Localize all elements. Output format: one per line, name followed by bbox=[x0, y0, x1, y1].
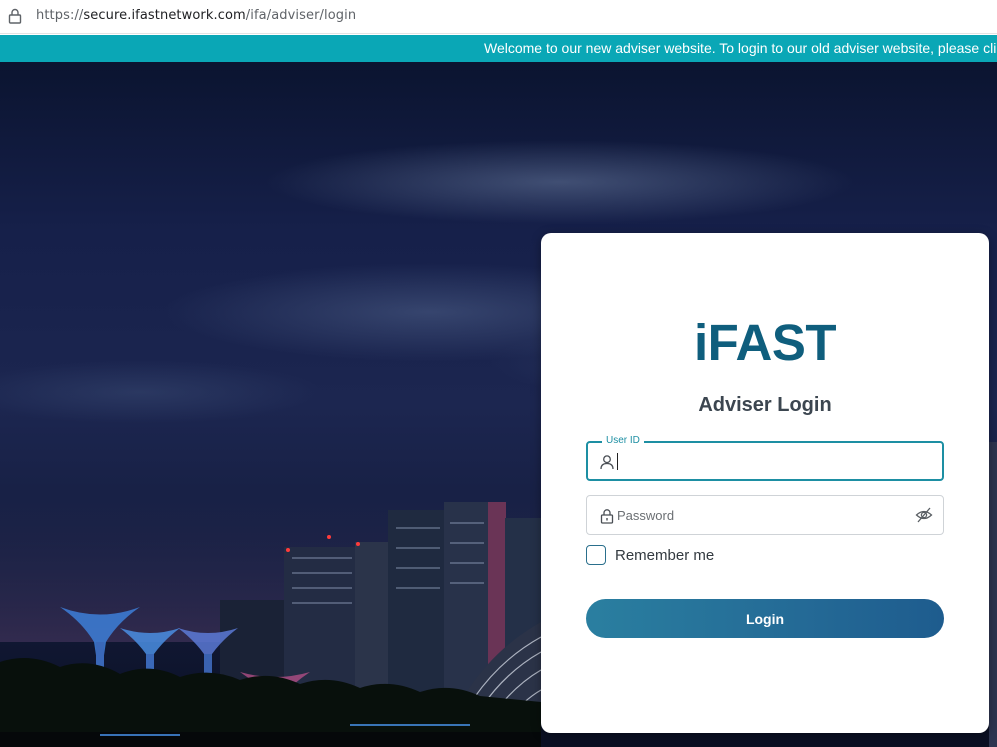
user-id-input[interactable] bbox=[618, 443, 908, 479]
announcement-banner: Welcome to our new adviser website. To l… bbox=[0, 35, 997, 62]
lock-icon bbox=[8, 8, 22, 24]
remember-me[interactable]: Remember me bbox=[586, 545, 714, 565]
remember-me-checkbox[interactable] bbox=[586, 545, 606, 565]
eye-off-icon[interactable] bbox=[915, 506, 933, 524]
login-card: iFAST Adviser Login User ID Remember me … bbox=[541, 233, 989, 733]
lock-icon bbox=[600, 509, 614, 524]
user-icon bbox=[600, 455, 614, 470]
url-host: secure.ifastnetwork.com bbox=[83, 8, 246, 23]
password-field[interactable] bbox=[586, 495, 944, 535]
ifast-logo: iFAST bbox=[693, 314, 837, 371]
browser-address-bar[interactable]: https://secure.ifastnetwork.com/ifa/advi… bbox=[0, 0, 997, 34]
remember-me-label[interactable]: Remember me bbox=[615, 547, 714, 564]
url-text[interactable]: https://secure.ifastnetwork.com/ifa/advi… bbox=[36, 8, 356, 23]
login-button[interactable]: Login bbox=[586, 599, 944, 638]
url-scheme: https:// bbox=[36, 8, 84, 23]
page-title: Adviser Login bbox=[698, 394, 832, 416]
banner-text[interactable]: Welcome to our new adviser website. To l… bbox=[484, 40, 996, 56]
user-id-field[interactable]: User ID bbox=[586, 435, 944, 481]
url-path: /ifa/adviser/login bbox=[245, 8, 357, 23]
password-input[interactable] bbox=[617, 496, 907, 534]
